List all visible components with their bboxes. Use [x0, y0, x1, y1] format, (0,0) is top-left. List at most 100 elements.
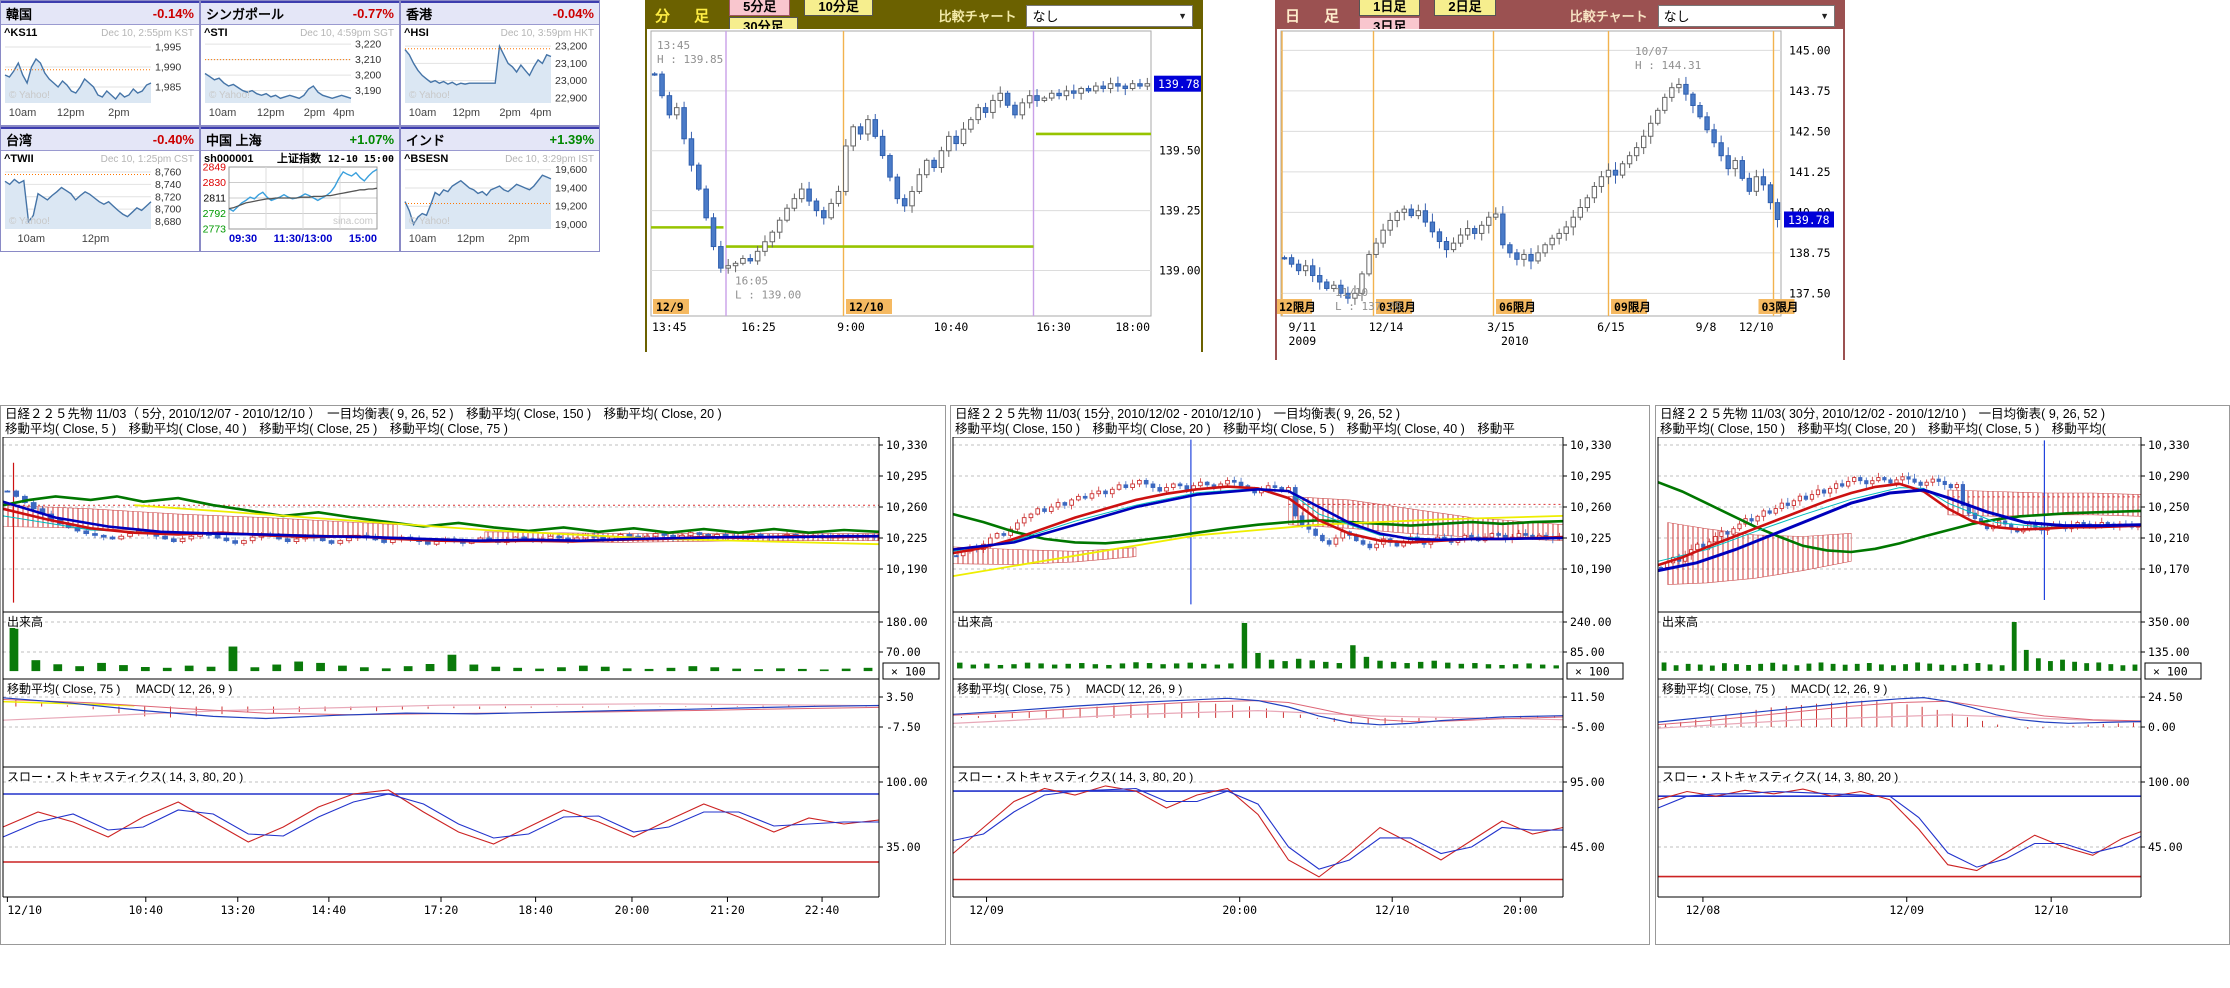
svg-text:H : 144.31: H : 144.31 — [1635, 59, 1701, 72]
svg-text:139.78: 139.78 — [1158, 77, 1200, 91]
svg-text:06限月: 06限月 — [1499, 300, 1536, 314]
svg-text:10,295: 10,295 — [1570, 469, 1612, 483]
svg-text:2pm: 2pm — [499, 107, 520, 119]
svg-text:142.50: 142.50 — [1789, 124, 1831, 138]
svg-text:10am: 10am — [409, 107, 437, 119]
tech-chart-plot-15min: 出来高移動平均( Close, 75 ) MACD( 12, 26, 9 )スロ… — [951, 437, 1649, 950]
svg-text:3/15: 3/15 — [1487, 320, 1515, 334]
market-tile-header: シンガポール-0.77% — [201, 1, 399, 25]
market-change-pct: -0.04% — [553, 6, 594, 21]
market-change-pct: -0.77% — [353, 6, 394, 21]
svg-text:12/10: 12/10 — [849, 300, 884, 314]
svg-text:sina.com: sina.com — [333, 216, 373, 227]
svg-text:12/10: 12/10 — [1739, 320, 1774, 334]
svg-text:13:20: 13:20 — [220, 903, 255, 917]
svg-text:-7.50: -7.50 — [886, 720, 921, 734]
svg-text:3,200: 3,200 — [355, 70, 381, 82]
market-name: 中国 上海 — [206, 130, 262, 149]
svg-text:1,990: 1,990 — [155, 62, 181, 74]
minute-chart-window: 分 足 5分足10分足30分足 比較チャート なし ▼ 12/912/1013:… — [645, 0, 1203, 352]
svg-text:^HSI: ^HSI — [404, 27, 429, 39]
svg-text:20:00: 20:00 — [1503, 903, 1538, 917]
svg-text:2830: 2830 — [203, 177, 227, 189]
svg-text:10,225: 10,225 — [1570, 531, 1612, 545]
svg-text:22,900: 22,900 — [555, 92, 587, 104]
svg-text:09:30: 09:30 — [229, 233, 257, 245]
svg-text:出来高: 出来高 — [7, 614, 43, 629]
tech-chart-header: 日経２２５先物 11/03（ 5分, 2010/12/07 - 2010/12/… — [1, 406, 945, 437]
svg-text:350.00: 350.00 — [2148, 615, 2190, 629]
market-tile-header: インド+1.39% — [401, 127, 599, 151]
svg-text:2pm: 2pm — [508, 233, 529, 245]
svg-text:上证指数: 上证指数 — [277, 151, 322, 165]
tech-chart-title-line2: 移動平均( Close, 150 ) 移動平均( Close, 20 ) 移動平… — [955, 422, 1645, 437]
minute-timeframe-button[interactable]: 5分足 — [729, 0, 790, 16]
svg-text:^TWII: ^TWII — [4, 153, 34, 165]
svg-text:18:00: 18:00 — [1115, 320, 1150, 334]
compare-select-value: なし — [1032, 6, 1058, 25]
svg-text:12pm: 12pm — [82, 233, 110, 245]
svg-text:12pm: 12pm — [57, 107, 85, 119]
svg-text:10,290: 10,290 — [2148, 469, 2190, 483]
svg-text:10am: 10am — [18, 233, 46, 245]
daily-timeframe-button[interactable]: 1日足 — [1359, 0, 1420, 16]
svg-text:^STI: ^STI — [204, 27, 228, 39]
market-tile: 台湾-0.40%^TWIIDec 10, 1:25pm CST8,7608,74… — [0, 126, 200, 252]
svg-text:0.00: 0.00 — [2148, 720, 2176, 734]
svg-text:13:45: 13:45 — [652, 320, 687, 334]
svg-text:23,200: 23,200 — [555, 41, 587, 53]
svg-text:12/14: 12/14 — [1369, 320, 1404, 334]
svg-text:12-10 15:00: 12-10 15:00 — [328, 154, 394, 165]
svg-text:2849: 2849 — [203, 162, 227, 174]
compare-select[interactable]: なし ▼ — [1658, 5, 1835, 27]
market-sparkline: ^KS11Dec 10, 2:55pm KST1,9951,9901,98510… — [1, 25, 197, 127]
svg-text:10am: 10am — [9, 107, 37, 119]
market-name: 台湾 — [6, 130, 32, 149]
market-sparkline: ^HSIDec 10, 3:59pm HKT23,20023,10023,000… — [401, 25, 597, 127]
daily-chart-window: 日 足 1日足2日足3日足 比較チャート なし ▼ 12限月03限月06限月09… — [1275, 0, 1845, 360]
svg-text:139.50: 139.50 — [1159, 144, 1201, 158]
market-name: 香港 — [406, 4, 432, 23]
svg-text:12pm: 12pm — [257, 107, 285, 119]
market-sparkline: ^BSESNDec 10, 3:29pm IST19,60019,40019,2… — [401, 151, 597, 253]
market-tile-header: 中国 上海+1.07% — [201, 127, 399, 151]
tech-chart-title-line1: 日経２２５先物 11/03（ 5分, 2010/12/07 - 2010/12/… — [5, 407, 941, 422]
svg-text:12限月: 12限月 — [1279, 300, 1316, 314]
daily-timeframe-button[interactable]: 2日足 — [1434, 0, 1495, 16]
svg-text:15:00: 15:00 — [349, 233, 377, 245]
svg-text:19,000: 19,000 — [555, 219, 587, 231]
svg-text:8,740: 8,740 — [155, 179, 181, 191]
tech-chart-title-line1: 日経２２５先物 11/03( 15分, 2010/12/02 - 2010/12… — [955, 407, 1645, 422]
minute-timeframe-button[interactable]: 10分足 — [804, 0, 872, 16]
market-tile-header: 台湾-0.40% — [1, 127, 199, 151]
svg-text:3,210: 3,210 — [355, 54, 381, 66]
svg-text:^KS11: ^KS11 — [4, 27, 37, 39]
compare-select[interactable]: なし ▼ — [1026, 5, 1193, 27]
svg-text:2792: 2792 — [203, 208, 227, 220]
svg-text:14:40: 14:40 — [312, 903, 347, 917]
svg-text:10,210: 10,210 — [2148, 531, 2190, 545]
svg-text:Dec 10, 3:59pm HKT: Dec 10, 3:59pm HKT — [501, 28, 594, 39]
svg-text:× 100: × 100 — [891, 665, 926, 679]
svg-text:45.00: 45.00 — [2148, 840, 2183, 854]
svg-text:141.25: 141.25 — [1789, 165, 1831, 179]
chevron-down-icon: ▼ — [1820, 11, 1829, 21]
svg-text:2009: 2009 — [1289, 334, 1317, 348]
svg-text:H : 139.85: H : 139.85 — [657, 53, 723, 66]
svg-text:2pm: 2pm — [108, 107, 129, 119]
minute-chart-toolbar: 分 足 5分足10分足30分足 比較チャート なし ▼ — [647, 2, 1201, 29]
tech-chart-header: 日経２２５先物 11/03( 30分, 2010/12/02 - 2010/12… — [1656, 406, 2229, 437]
svg-text:11.50: 11.50 — [1570, 690, 1605, 704]
svg-text:10,190: 10,190 — [886, 562, 928, 576]
svg-text:8,700: 8,700 — [155, 204, 181, 216]
svg-text:10am: 10am — [209, 107, 237, 119]
tech-chart-title-line2: 移動平均( Close, 150 ) 移動平均( Close, 20 ) 移動平… — [1660, 422, 2225, 437]
svg-text:4pm: 4pm — [333, 107, 354, 119]
technical-chart: 出来高移動平均( Close, 75 ) MACD( 12, 26, 9 )スロ… — [1, 437, 945, 945]
svg-text:35.00: 35.00 — [886, 840, 921, 854]
svg-text:8,720: 8,720 — [155, 191, 181, 203]
svg-text:12/09: 12/09 — [1889, 903, 1924, 917]
svg-text:19,400: 19,400 — [555, 182, 587, 194]
svg-text:9/11: 9/11 — [1289, 320, 1317, 334]
svg-text:13:45: 13:45 — [657, 39, 690, 52]
